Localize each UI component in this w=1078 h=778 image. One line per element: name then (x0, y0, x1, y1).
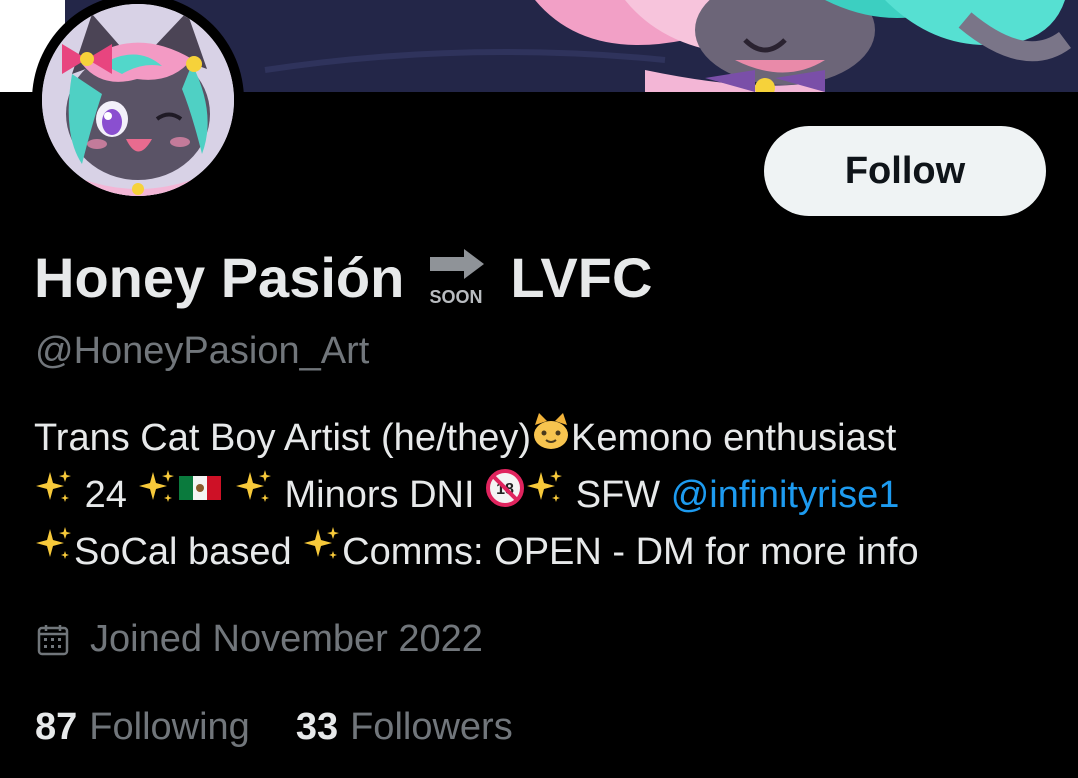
bio-line-3: SoCal based Comms: OPEN - DM for more in… (34, 524, 1054, 581)
following-label: Following (89, 706, 250, 748)
bio-line-1: Trans Cat Boy Artist (he/they) Kemono ent… (34, 410, 1054, 467)
user-handle: @HoneyPasion_Art (35, 330, 370, 372)
display-name-part-2: LVFC (510, 245, 653, 309)
soon-arrow-icon: SOON (424, 245, 488, 309)
sparkles-emoji-icon (137, 468, 177, 525)
mexico-flag-emoji-icon (177, 468, 223, 525)
mention-link[interactable]: @infinityrise1 (671, 474, 900, 516)
sparkles-emoji-icon (34, 468, 74, 525)
profile-bio: Trans Cat Boy Artist (he/they) Kemono ent… (34, 410, 1054, 581)
calendar-icon (36, 623, 70, 657)
joined-text: Joined November 2022 (90, 618, 483, 660)
display-name: Honey Pasión SOON LVFC (34, 244, 652, 310)
followers-link[interactable]: 33 Followers (296, 706, 513, 749)
avatar-image (42, 4, 234, 196)
sparkles-emoji-icon (525, 468, 565, 525)
following-link[interactable]: 87 Following (35, 706, 250, 749)
followers-count: 33 (295, 706, 339, 748)
follow-stats: 87 Following 33 Followers (35, 706, 559, 749)
profile-page: Follow Honey Pasión SOON LVFC @HoneyPasi… (0, 0, 1078, 778)
profile-avatar[interactable] (32, 0, 244, 206)
no-under-eighteen-emoji-icon: 18 (485, 468, 525, 525)
bio-line-2: 24 Minors DNI 18 SFW @infinityrise1 (34, 467, 1054, 524)
following-count: 87 (35, 706, 78, 748)
display-name-part-1: Honey Pasión (34, 245, 405, 309)
follow-button[interactable]: Follow (764, 126, 1046, 216)
followers-label: Followers (350, 706, 513, 748)
sparkles-emoji-icon (34, 525, 74, 582)
joined-date: Joined November 2022 (36, 618, 483, 661)
sparkles-emoji-icon (302, 525, 342, 582)
sparkles-emoji-icon (234, 468, 274, 525)
cat-face-emoji-icon (531, 411, 571, 468)
soon-icon-text: SOON (430, 287, 483, 307)
